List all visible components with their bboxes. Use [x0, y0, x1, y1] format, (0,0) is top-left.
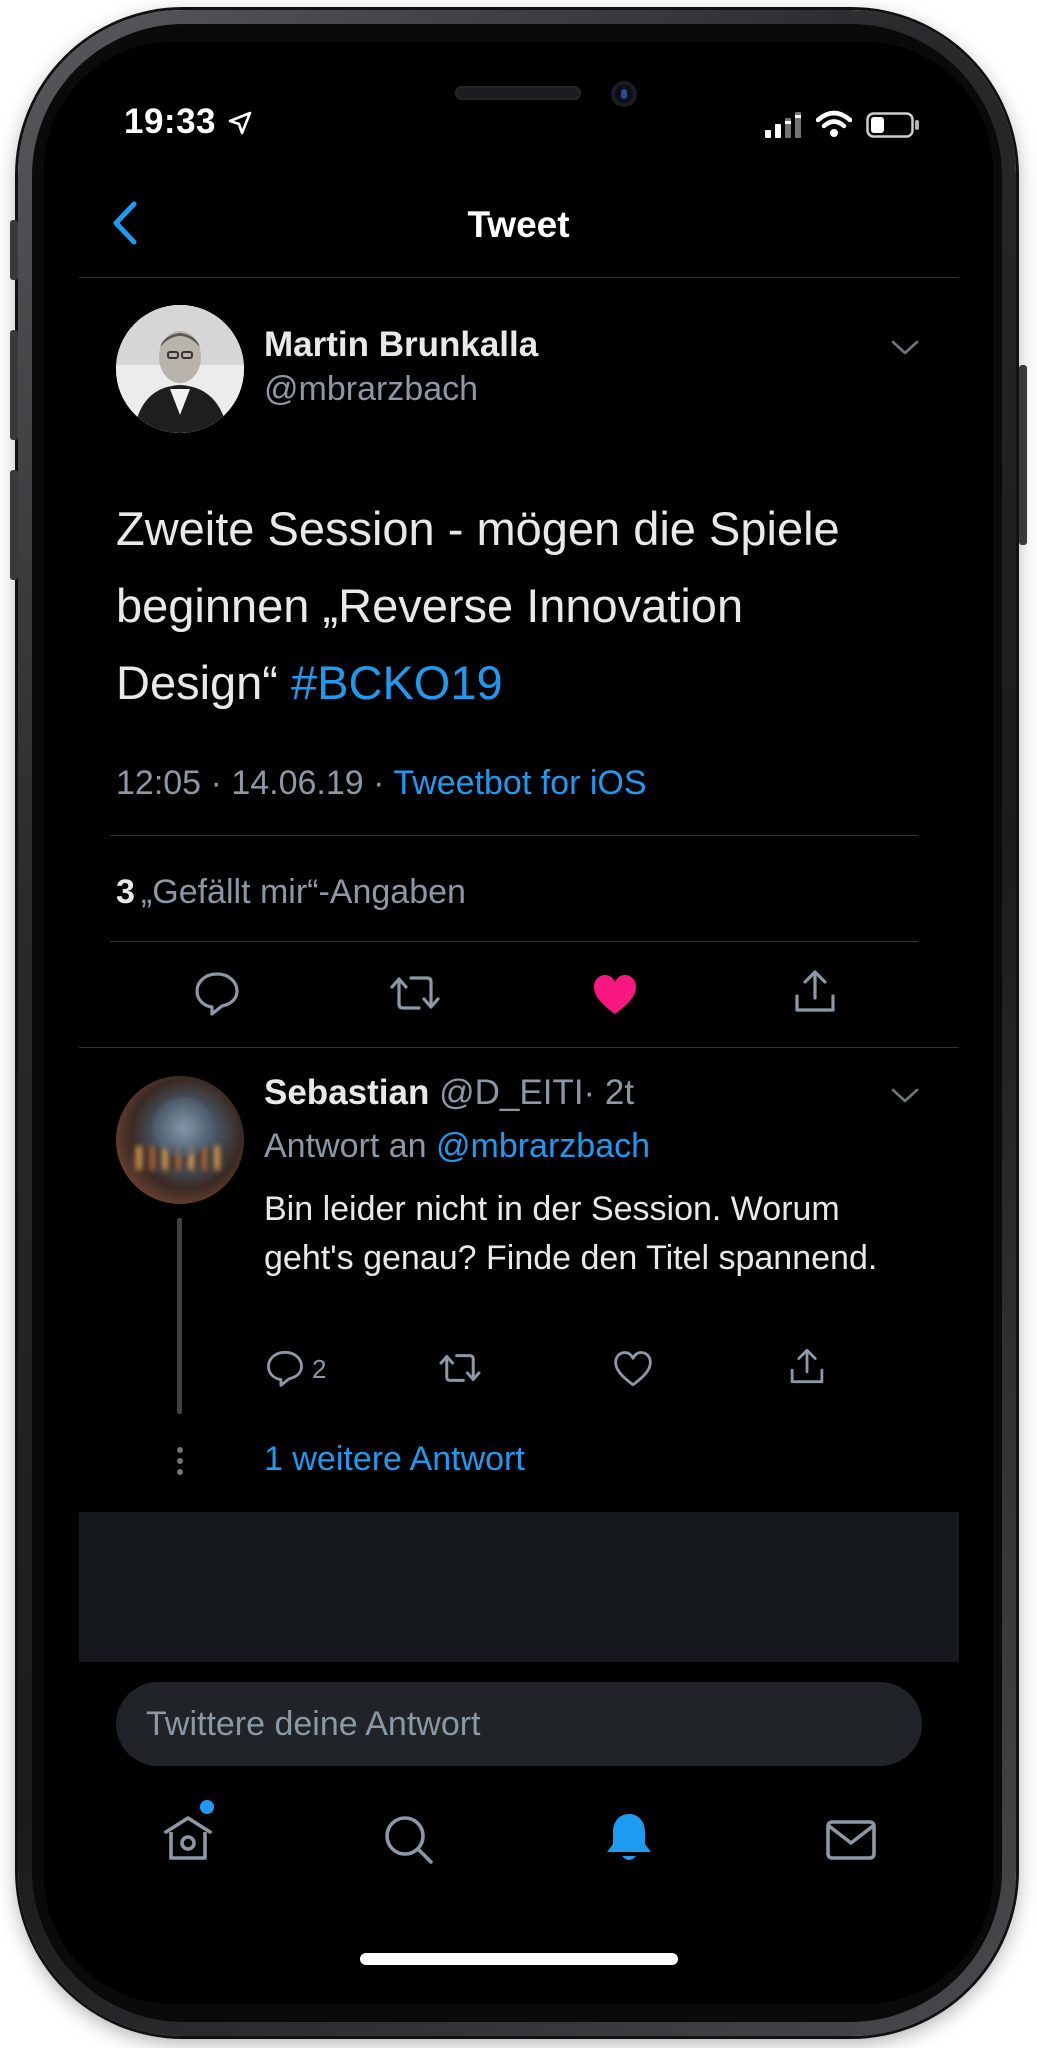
tweet-source-link[interactable]: Tweetbot for iOS — [393, 764, 646, 802]
reply-age: · 2t — [583, 1073, 635, 1112]
reply-icon[interactable] — [194, 970, 240, 1016]
reply-author-name: Sebastian — [264, 1073, 430, 1112]
thread-line — [177, 1218, 182, 1414]
power-button — [1019, 365, 1027, 545]
status-time: 19:33 — [124, 102, 217, 141]
earpiece-speaker — [455, 86, 581, 100]
empty-thread-area — [79, 1512, 959, 1662]
meta-separator: · — [373, 764, 385, 802]
thread-ellipsis-icon — [177, 1447, 183, 1475]
action-divider — [79, 1047, 959, 1048]
meta-divider — [110, 835, 918, 836]
likes-divider — [110, 941, 918, 942]
home-indicator[interactable] — [360, 1953, 678, 1965]
home-icon[interactable] — [160, 1810, 216, 1866]
front-camera — [611, 81, 637, 107]
reply-icon[interactable] — [266, 1349, 304, 1387]
reply-to-line: Antwort an @mbrarzbach — [264, 1127, 650, 1166]
author-handle[interactable]: @mbrarzbach — [264, 370, 478, 409]
chevron-down-icon[interactable] — [890, 338, 920, 358]
reply-to-label: Antwort an — [264, 1127, 427, 1165]
reply-author-line[interactable]: Sebastian @D_EITI· 2t — [264, 1073, 634, 1113]
tweet-time: 12:05 — [116, 764, 202, 802]
tweet-date: 14.06.19 — [231, 764, 364, 802]
wifi-icon — [816, 110, 852, 137]
battery-icon — [866, 112, 919, 138]
page-title: Tweet — [467, 204, 570, 245]
retweet-icon[interactable] — [389, 970, 441, 1016]
author-name[interactable]: Martin Brunkalla — [264, 325, 538, 365]
meta-separator: · — [210, 764, 222, 802]
retweet-icon[interactable] — [438, 1349, 482, 1387]
reply-text: Bin leider nicht in der Session. Worum g… — [264, 1190, 878, 1277]
tweet-meta: 12:05 · 14.06.19 · Tweetbot for iOS — [116, 764, 647, 803]
chevron-down-icon[interactable] — [890, 1086, 920, 1106]
location-arrow-icon — [228, 111, 252, 135]
bell-icon[interactable] — [601, 1810, 657, 1866]
hashtag-link[interactable]: #BCKO19 — [291, 656, 503, 709]
volume-down-button — [10, 470, 18, 580]
more-replies-link[interactable]: 1 weitere Antwort — [264, 1440, 525, 1479]
likes-summary[interactable]: 3 „Gefällt mir“-Angaben — [116, 873, 466, 912]
search-icon[interactable] — [381, 1812, 437, 1868]
likes-label: „Gefällt mir“-Angaben — [140, 873, 466, 911]
reply-compose-input[interactable] — [116, 1682, 922, 1766]
mail-icon[interactable] — [823, 1812, 879, 1868]
avatar[interactable] — [116, 305, 244, 433]
reply-to-handle[interactable]: @mbrarzbach — [436, 1127, 650, 1165]
author-photo — [116, 305, 244, 433]
reply-author-handle: @D_EITI — [439, 1073, 584, 1112]
share-icon[interactable] — [792, 968, 838, 1014]
reply-avatar[interactable] — [116, 1076, 244, 1204]
cellular-signal-icon — [765, 112, 801, 138]
volume-up-button — [10, 330, 18, 440]
heart-filled-icon[interactable] — [592, 972, 638, 1018]
share-icon[interactable] — [788, 1347, 826, 1385]
new-content-dot — [200, 1800, 214, 1814]
heart-icon[interactable] — [614, 1350, 652, 1388]
tweet-text: Zweite Session - mögen die Spiele beginn… — [116, 490, 916, 721]
reply-count: 2 — [312, 1354, 327, 1384]
header-divider — [79, 277, 959, 278]
likes-count: 3 — [116, 873, 135, 911]
